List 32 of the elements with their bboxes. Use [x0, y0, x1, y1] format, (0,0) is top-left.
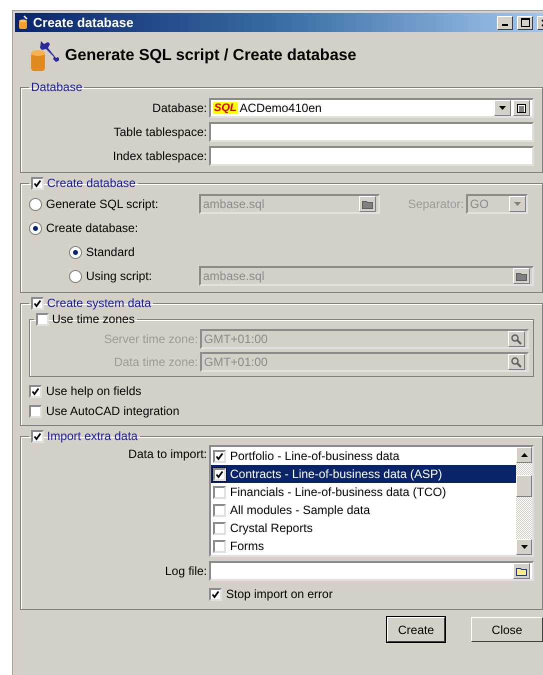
field-label: Log file: — [164, 564, 208, 578]
database-dropdown[interactable]: SQL ACDemo410en — [209, 98, 534, 118]
group-title: Database — [31, 80, 82, 94]
checkbox-label: Stop import on error — [226, 587, 333, 601]
field-label: Table tablespace: — [112, 125, 208, 139]
field-label: Data time zone: — [112, 355, 199, 369]
list-item[interactable]: All modules - Sample data — [211, 501, 516, 519]
field-label: Data to import: — [127, 446, 208, 461]
group-title: Create database — [47, 176, 136, 190]
create-button[interactable]: Create — [387, 617, 445, 642]
window-title: Create database — [33, 15, 134, 30]
list-item[interactable]: Forms — [211, 537, 516, 555]
group-title: Create system data — [47, 296, 152, 310]
list-item[interactable]: Contracts - Line-of-business data (ASP) — [211, 465, 516, 483]
list-item[interactable]: Portfolio - Line-of-business data — [211, 447, 516, 465]
list-item[interactable]: Crystal Reports — [211, 519, 516, 537]
list-item[interactable]: Financials - Line-of-business data (TCO) — [211, 483, 516, 501]
field-label: Database: — [151, 101, 208, 115]
field-label: Separator: — [408, 197, 464, 211]
field-label: Server time zone: — [102, 332, 199, 346]
field-label: Index tablespace: — [112, 149, 208, 163]
sql-logo: SQL — [213, 102, 238, 114]
checkbox-label: Use AutoCAD integration — [46, 404, 180, 418]
checkbox-label: Use help on fields — [46, 384, 142, 398]
option-label: Create database: — [46, 221, 138, 235]
group-title: Import extra data — [47, 429, 138, 443]
checkbox-label: Use time zones — [52, 312, 135, 326]
option-label: Standard — [86, 245, 135, 259]
dialog-heading: Generate SQL script / Create database — [65, 47, 356, 65]
close-button[interactable]: Close — [471, 617, 543, 642]
option-label: Generate SQL script: — [46, 197, 158, 211]
option-label: Using script: — [86, 269, 152, 283]
